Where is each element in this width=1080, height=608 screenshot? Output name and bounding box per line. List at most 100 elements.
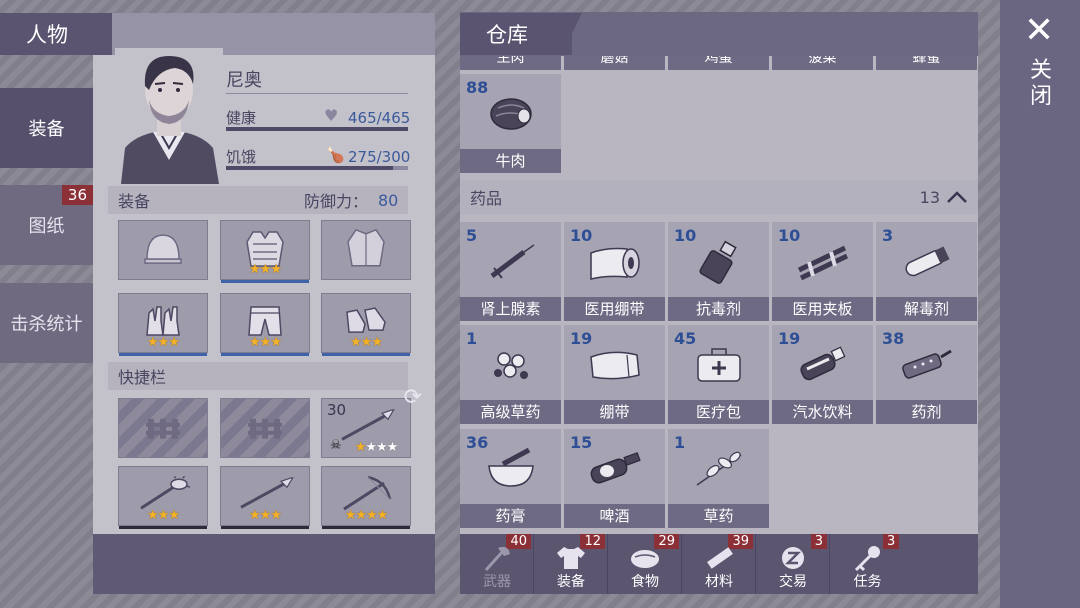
food-item-partial[interactable]: 菠菜: [772, 56, 873, 70]
partial-food-row: 生肉 蘑菇 鸡蛋 菠菜 蜂蜜: [460, 56, 978, 70]
beer-bottle-icon: [590, 452, 641, 484]
axe-icon: [484, 546, 510, 572]
quickbar-section-header: 快捷栏: [108, 362, 408, 390]
med-item-medical-bandage[interactable]: 10 医用绷带: [564, 222, 665, 321]
health-label: 健康: [226, 109, 257, 127]
star-rating: ★★★★: [344, 508, 389, 523]
coin-icon: [782, 547, 804, 569]
tab-badge: 3: [810, 534, 827, 549]
character-portrait: [115, 48, 223, 184]
soda-bottle-icon: [799, 346, 845, 381]
tab-weapons[interactable]: 40 武器: [461, 534, 534, 594]
tab-kill-stats-label: 击杀统计: [10, 314, 83, 335]
hunger-label: 饥饿: [226, 148, 257, 166]
equip-slot-gloves[interactable]: ★★★: [118, 293, 208, 356]
hunger-bar: [226, 166, 408, 170]
tab-trade[interactable]: 3 交易: [757, 534, 830, 594]
steak-icon: [631, 550, 659, 568]
equip-slot-jacket[interactable]: [321, 220, 411, 280]
tab-label: 材料: [705, 574, 733, 590]
med-item-advanced-herb[interactable]: 1 高级草药: [460, 325, 561, 424]
hunger-value: 275/300: [348, 148, 411, 166]
quickbar-slot-locked: [220, 398, 310, 458]
star-rating: ★★★: [249, 262, 282, 277]
equip-slot-head[interactable]: [118, 220, 208, 280]
quickbar-slot-spear[interactable]: 30 ☠ ★★★★ ⟳: [321, 385, 422, 458]
test-tube-icon: [904, 246, 949, 277]
med-item-beer[interactable]: 15 啤酒: [564, 429, 665, 528]
med-item-antitoxin[interactable]: 10 抗毒剂: [668, 222, 769, 321]
tab-label: 食物: [631, 574, 659, 590]
tab-food[interactable]: 29 食物: [609, 534, 682, 594]
med-item-potion[interactable]: 38 药剂: [876, 325, 977, 424]
quickbar-slot-locked: [118, 398, 208, 458]
med-item-ointment[interactable]: 36 药膏: [460, 429, 561, 528]
tab-kill-stats[interactable]: 击杀统计: [0, 283, 93, 363]
item-label: 绷带: [564, 400, 665, 424]
shirt-icon: [557, 547, 585, 569]
med-item-soda[interactable]: 19 汽水饮料: [772, 325, 873, 424]
item-count: 1: [466, 329, 478, 348]
med-item-herb[interactable]: 1 草药: [668, 429, 769, 528]
equip-slot-shoes[interactable]: ★★★: [321, 293, 411, 356]
food-item-partial[interactable]: 鸡蛋: [668, 56, 769, 70]
quickbar-slot-crossbow[interactable]: ★★★★: [321, 466, 411, 529]
item-label: 啤酒: [564, 504, 665, 528]
tab-label: 交易: [779, 574, 807, 590]
food-item-partial[interactable]: 蘑菇: [564, 56, 665, 70]
med-item-splint[interactable]: 10 医用夹板: [772, 222, 873, 321]
item-label: 药膏: [460, 504, 561, 528]
chevron-up-icon[interactable]: [946, 190, 968, 204]
med-item-antidote[interactable]: 3 解毒剂: [876, 222, 977, 321]
star-rating: ★★★★: [354, 440, 399, 455]
quickbar-slot-spear-2[interactable]: ★★★: [220, 466, 310, 529]
hunger-bar-fill: [226, 166, 393, 170]
item-label: 解毒剂: [876, 297, 977, 321]
tab-materials[interactable]: 39 材料: [683, 534, 756, 594]
herb-flower-icon: [493, 352, 528, 379]
med-item-adrenaline[interactable]: 5 肾上腺素: [460, 222, 561, 321]
equip-slot-body-armor[interactable]: ★★★: [220, 220, 310, 283]
mortar-icon: [487, 448, 534, 487]
tab-badge: 3: [883, 534, 900, 549]
panel-title: 人物: [26, 23, 68, 47]
tab-label: 任务: [853, 574, 882, 590]
med-item-bandage[interactable]: 19 绷带: [564, 325, 665, 424]
splint-icon: [797, 245, 848, 281]
key-icon: [854, 546, 880, 572]
food-item-partial[interactable]: 蜂蜜: [876, 56, 977, 70]
tab-blueprints[interactable]: 图纸 36: [0, 185, 93, 265]
medicine-count: 13: [919, 187, 940, 207]
medicine-category-header[interactable]: 药品 13: [460, 180, 978, 214]
swap-icon[interactable]: ⟳: [404, 385, 422, 410]
equipment-section-header: 装备 防御力： 80: [108, 186, 408, 214]
defense-label: 防御力：: [304, 192, 369, 211]
character-panel-footer: [93, 534, 435, 594]
barricade-icon: [248, 418, 282, 439]
item-label: 汽水饮料: [772, 400, 873, 424]
equip-slot-pants[interactable]: ★★★: [220, 293, 310, 356]
star-rating: ★★★: [147, 335, 180, 350]
tab-equipment-storage[interactable]: 12 装备: [535, 534, 608, 594]
bandage-icon: [589, 247, 640, 280]
heart-icon: ♥: [324, 106, 339, 125]
med-item-medkit[interactable]: 45 医疗包: [668, 325, 769, 424]
spear-icon: [240, 477, 294, 509]
beef-icon: [489, 98, 532, 130]
food-item-beef[interactable]: 88 牛肉: [460, 74, 561, 173]
quickbar-label: 快捷栏: [118, 368, 167, 387]
quickbar-slot-club[interactable]: ★★★: [118, 466, 208, 529]
equipment-label: 装备: [118, 192, 151, 211]
close-button-label[interactable]: 关闭: [1028, 58, 1054, 110]
plank-icon: [707, 547, 733, 569]
tab-quests[interactable]: 3 任务: [831, 534, 904, 594]
tab-equipment[interactable]: 装备: [0, 88, 93, 168]
spear-icon: [341, 409, 395, 441]
health-bar-fill: [226, 127, 408, 131]
item-label: 医用绷带: [564, 297, 665, 321]
food-item-partial[interactable]: 生肉: [460, 56, 561, 70]
close-icon[interactable]: ✕: [1024, 10, 1054, 51]
star-rating: ★★★: [147, 508, 180, 523]
tab-blueprints-label: 图纸: [28, 216, 65, 237]
item-label: 高级草药: [460, 400, 561, 424]
